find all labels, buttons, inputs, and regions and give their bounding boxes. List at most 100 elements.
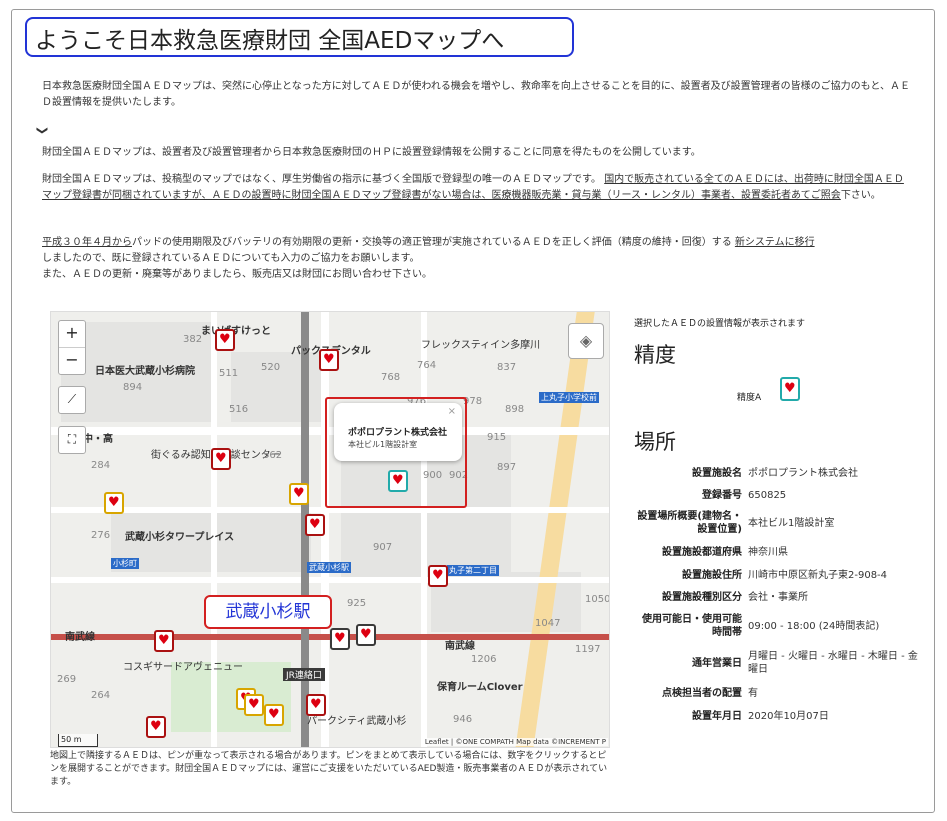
info-value: 09:00 - 18:00 (24時間表記)	[748, 621, 880, 632]
map-number: 837	[497, 362, 517, 373]
map-number: 946	[453, 714, 473, 725]
map-label: JR連絡口	[283, 668, 325, 681]
map-number: 264	[91, 690, 111, 701]
map-number: 1047	[535, 618, 561, 629]
fullscreen-icon[interactable]: ⛶	[58, 426, 86, 454]
map-note: 地図上で隣接するＡＥＤは、ピンが重なって表示される場合があります。ピンをまとめて…	[50, 751, 608, 787]
map-number: 520	[261, 362, 281, 373]
map-number: 915	[487, 432, 507, 443]
map-label: 小杉町	[111, 558, 139, 569]
map-number: 894	[123, 382, 143, 393]
para3-end: 下さい。	[840, 190, 881, 201]
info-value: 650825	[748, 490, 787, 501]
map-number: 562	[263, 450, 283, 461]
aed-pin[interactable]	[215, 329, 235, 351]
panel-heading: 選択したＡＥＤの設置情報が表示されます	[634, 319, 806, 329]
aed-pin[interactable]	[306, 694, 326, 716]
place-title: 場所	[634, 430, 676, 454]
map-number: 768	[381, 372, 401, 383]
map-scale: 50 m	[58, 734, 98, 747]
draw-icon[interactable]: ⟋	[58, 386, 86, 414]
map-label: 保育ルームClover	[437, 682, 523, 693]
aed-pin[interactable]	[154, 630, 174, 652]
aed-pin[interactable]	[244, 694, 264, 716]
aed-pin[interactable]	[428, 565, 448, 587]
layers-icon[interactable]: ◈	[568, 323, 604, 359]
map-label: 南武線	[65, 632, 95, 643]
map-number: 511	[219, 368, 239, 379]
para4-text2: しましたので、既に登録されているＡＥＤについても入力のご協力をお願いします。	[42, 253, 420, 264]
map-label: 日本医大武蔵小杉病院	[95, 366, 195, 377]
map-label: 南武線	[445, 641, 475, 652]
map-number: 907	[373, 542, 393, 553]
paragraph-new-system: 平成３０年４月からパッドの使用期限及びバッテリの有効期限の更新・交換等の適正管理…	[42, 235, 912, 283]
map-number: 897	[497, 462, 517, 473]
zoom-control: + −	[58, 320, 86, 375]
aed-pin[interactable]	[330, 628, 350, 650]
aed-map[interactable]: 日本医大武蔵小杉病院 パックスデンタル フレックスティイン多摩川 上丸子小学校前…	[50, 311, 610, 748]
zoom-in-button[interactable]: +	[59, 321, 85, 348]
info-value: ポポロプラント株式会社	[748, 468, 858, 479]
info-value: 有	[748, 688, 758, 699]
info-value: 本社ビル1階設計室	[748, 518, 835, 529]
map-number: 284	[91, 460, 111, 471]
map-number: 764	[417, 360, 437, 371]
map-number: 276	[91, 530, 111, 541]
map-label: 武蔵小杉タワープレイス	[125, 532, 235, 543]
info-value: 月曜日 - 火曜日 - 水曜日 - 木曜日 - 金曜日	[748, 651, 918, 675]
aed-pin[interactable]	[264, 704, 284, 726]
info-key: 設置施設住所	[682, 570, 742, 581]
info-value: 神奈川県	[748, 547, 788, 558]
map-label: フレックスティイン多摩川	[421, 340, 541, 351]
info-key: 設置施設名	[692, 468, 742, 479]
intro-text: 日本救急医療財団全国ＡＥＤマップは、突然に心停止となった方に対してＡＥＤが使われ…	[42, 81, 910, 108]
aed-pin-icon	[780, 377, 800, 401]
map-road	[515, 312, 595, 747]
info-value: 会社・事業所	[748, 592, 808, 603]
map-attribution[interactable]: Leaflet | ©ONE COMPATH Map data ©INCREME…	[422, 738, 608, 746]
aed-pin[interactable]	[289, 483, 309, 505]
aed-pin[interactable]	[356, 624, 376, 646]
info-key: 設置年月日	[692, 711, 742, 722]
info-key: 設置場所概要(建物名・設置位置)	[637, 511, 742, 535]
info-value: 2020年10月07日	[748, 711, 829, 722]
paragraph-publication: 財団全国ＡＥＤマップは、設置者及び設置管理者から日本救急医療財団のＨＰに設置登録…	[42, 147, 701, 158]
info-value: 川崎市中原区新丸子東2-908-4	[748, 570, 888, 581]
heisei30-link[interactable]: 平成３０年４月から	[42, 237, 132, 248]
para4-text3: また、ＡＥＤの更新・廃棄等がありましたら、販売店又は財団にお問い合わせ下さい。	[42, 269, 432, 280]
chevron-down-icon[interactable]: ❯	[36, 126, 49, 135]
map-number: 1206	[471, 654, 497, 665]
info-key: 設置施設種別区分	[662, 592, 742, 603]
info-key: 点検担当者の配置	[662, 688, 742, 699]
map-label: 中・高	[83, 434, 113, 445]
paragraph-registration: 財団全国ＡＥＤマップは、投稿型のマップではなく、厚生労働省の指示に基づく全国版で…	[42, 172, 912, 204]
para3-text: 財団全国ＡＥＤマップは、投稿型のマップではなく、厚生労働省の指示に基づく全国版で…	[42, 174, 601, 185]
aed-pin[interactable]	[104, 492, 124, 514]
aed-pin[interactable]	[211, 448, 231, 470]
station-label: 武蔵小杉駅	[204, 595, 332, 629]
para4-text: パッドの使用期限及びバッテリの有効期限の更新・交換等の適正管理が実施されているＡ…	[132, 237, 732, 248]
aed-pin[interactable]	[305, 514, 325, 536]
zoom-out-button[interactable]: −	[59, 348, 85, 374]
info-key: 登録番号	[702, 490, 742, 501]
map-number: 925	[347, 598, 367, 609]
map-road	[421, 312, 427, 747]
map-label: コスギサードアヴェニュー	[123, 662, 243, 673]
map-label: 武蔵小杉駅	[307, 562, 351, 573]
map-label: 丸子第二丁目	[447, 565, 499, 576]
aed-pin[interactable]	[146, 716, 166, 738]
map-road	[51, 577, 609, 583]
map-number: 1050	[585, 594, 610, 605]
map-number: 516	[229, 404, 249, 415]
accuracy-value: 精度A	[737, 393, 762, 403]
popup-highlight	[325, 397, 467, 508]
new-system-link[interactable]: 新システムに移行	[735, 237, 815, 248]
info-key: 通年営業日	[692, 658, 742, 669]
accuracy-title: 精度	[634, 343, 676, 367]
map-label: 上丸子小学校前	[539, 392, 599, 403]
map-number: 898	[505, 404, 525, 415]
map-number: 382	[183, 334, 203, 345]
aed-pin[interactable]	[319, 349, 339, 371]
info-key: 設置施設都道府県	[662, 547, 742, 558]
page-title: ようこそ日本救急医療財団 全国AEDマップへ	[35, 28, 505, 54]
